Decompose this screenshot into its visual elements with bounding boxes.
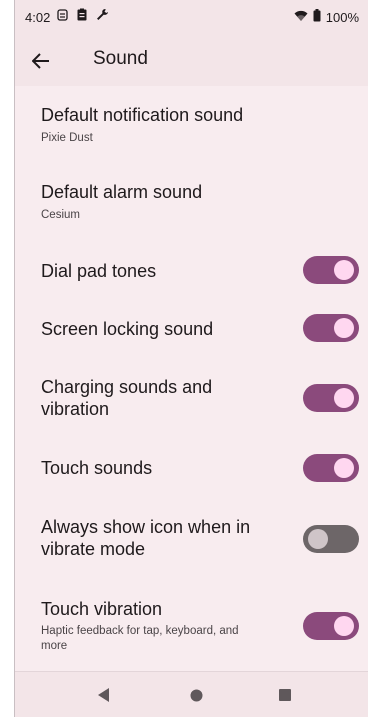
app-bar: Sound: [15, 36, 368, 86]
status-time: 4:02: [25, 10, 51, 25]
toggle-thumb: [334, 318, 354, 338]
dial-pad-tones-toggle[interactable]: [303, 256, 359, 284]
touch-sounds-item[interactable]: Touch sounds: [15, 444, 368, 492]
battery-percentage: 100%: [325, 9, 359, 25]
toggle-thumb: [334, 388, 354, 408]
item-subtitle-line2: more: [41, 640, 68, 652]
wrench-icon: [96, 8, 109, 24]
toggle-thumb: [308, 529, 328, 549]
touch-vibration-item[interactable]: Touch vibration Haptic feedback for tap,…: [15, 591, 368, 663]
toggle-thumb: [334, 616, 354, 636]
battery-icon: [313, 9, 321, 25]
status-bar: 4:02 100%: [15, 0, 368, 36]
nav-recents-icon: [279, 689, 291, 701]
back-button[interactable]: [25, 45, 57, 77]
default-notification-sound-item[interactable]: Default notification sound Pixie Dust: [15, 86, 368, 160]
toggle-thumb: [334, 260, 354, 280]
default-alarm-sound-item[interactable]: Default alarm sound Cesium: [15, 164, 368, 238]
vibrate-icon-toggle[interactable]: [303, 525, 359, 553]
item-title: Dial pad tones: [41, 261, 157, 281]
item-title: Default alarm sound: [41, 182, 203, 202]
sim-icon: [57, 8, 68, 24]
wifi-icon: [294, 10, 308, 25]
nav-back-icon: [98, 688, 109, 702]
clipboard-icon: [77, 8, 87, 24]
item-title: Charging sounds and: [41, 377, 213, 397]
status-notification-icons: [57, 8, 109, 24]
status-system-icons: 100%: [294, 9, 359, 25]
screen-locking-sound-toggle[interactable]: [303, 314, 359, 342]
item-title: Touch sounds: [41, 458, 153, 478]
dial-pad-tones-item[interactable]: Dial pad tones: [15, 246, 368, 294]
item-subtitle: Pixie Dust: [41, 132, 93, 144]
vibrate-icon-item[interactable]: Always show icon when in vibrate mode: [15, 508, 368, 572]
touch-vibration-toggle[interactable]: [303, 612, 359, 640]
toggle-thumb: [334, 458, 354, 478]
item-title: Always show icon when in: [41, 517, 251, 537]
item-title-line2: vibration: [41, 399, 110, 419]
item-title: Touch vibration: [41, 599, 163, 619]
item-title-line2: vibrate mode: [41, 539, 146, 559]
charging-sounds-item[interactable]: Charging sounds and vibration: [15, 368, 368, 432]
nav-back-button[interactable]: [93, 684, 115, 706]
nav-home-icon: [190, 689, 202, 701]
arrow-back-icon: [32, 53, 49, 69]
item-subtitle: Cesium: [41, 209, 80, 221]
item-title: Default notification sound: [41, 105, 244, 125]
touch-sounds-toggle[interactable]: [303, 454, 359, 482]
phone-screen: 4:02 100% Sound Default notification sou…: [14, 0, 368, 717]
nav-recents-button[interactable]: [274, 684, 296, 706]
navigation-bar: [15, 671, 368, 717]
charging-sounds-toggle[interactable]: [303, 384, 359, 412]
nav-home-button[interactable]: [185, 684, 207, 706]
screen-locking-sound-item[interactable]: Screen locking sound: [15, 304, 368, 352]
item-title: Screen locking sound: [41, 319, 214, 339]
item-subtitle: Haptic feedback for tap, keyboard, and: [41, 625, 239, 637]
page-title: Sound: [93, 48, 148, 69]
